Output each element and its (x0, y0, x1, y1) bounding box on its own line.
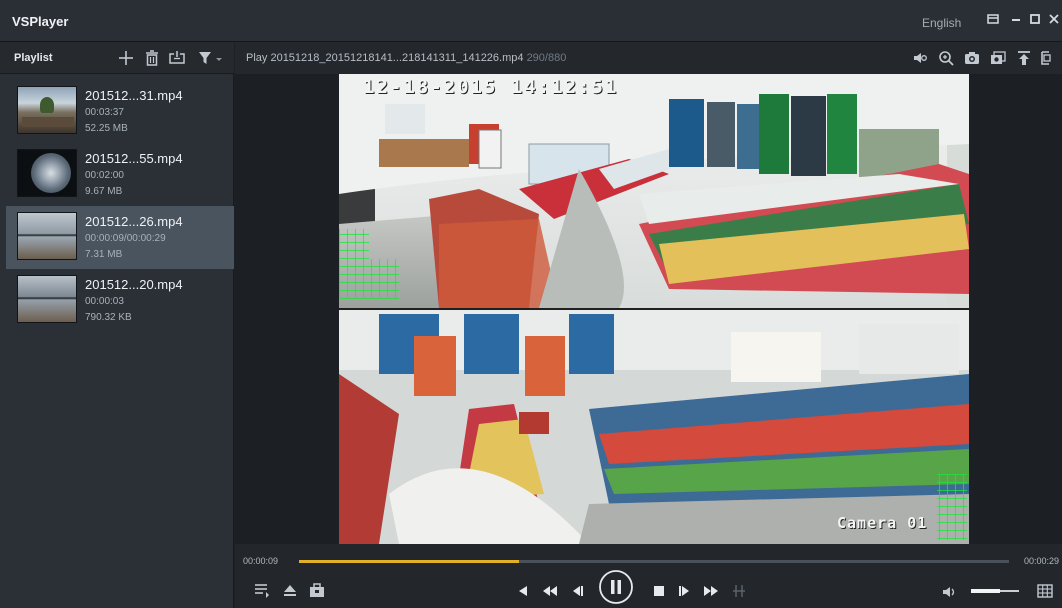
video-thumbnail (17, 212, 77, 260)
volume-icon[interactable] (941, 583, 959, 601)
playlist-header: Playlist (0, 42, 234, 74)
playlist-item-name: 201512...20.mp4 (85, 277, 183, 292)
osd-camera-label: Camera 01 (837, 514, 928, 532)
audio-icon[interactable] (912, 50, 928, 66)
osd-timestamp: 12-18-2015 14:12:51 (363, 76, 619, 98)
video-thumbnail (17, 149, 77, 197)
add-icon[interactable] (117, 49, 135, 67)
stop-square-icon[interactable] (650, 582, 668, 600)
eject-icon[interactable] (281, 581, 299, 599)
volume-level (971, 589, 1000, 593)
restore-icon[interactable] (985, 13, 1001, 27)
layout-grid-icon[interactable] (1036, 582, 1054, 600)
playlist-item-name: 201512...31.mp4 (85, 88, 183, 103)
burst-snapshot-icon[interactable] (990, 50, 1006, 66)
fullscreen-icon[interactable] (1041, 50, 1053, 66)
playlist-item-duration: 00:03:37 (85, 107, 124, 118)
now-playing-file: Play 20151218_20151218141...218141311_14… (246, 52, 524, 64)
maximize-icon[interactable] (1027, 13, 1043, 27)
progress-slider[interactable] (299, 560, 1009, 563)
surveillance-video-picture (339, 74, 969, 544)
close-icon[interactable] (1046, 13, 1062, 27)
playlist-item-duration: 00:00:03 (85, 296, 124, 307)
slow-icon[interactable] (541, 582, 559, 600)
toolbox-icon[interactable] (308, 581, 326, 599)
minimize-icon[interactable] (1008, 13, 1024, 27)
playlist-item-size: 9.67 MB (85, 186, 123, 197)
playlist-item-name: 201512...26.mp4 (85, 214, 183, 229)
loop-icon[interactable] (168, 49, 186, 67)
pause-icon[interactable] (598, 569, 634, 605)
video-thumbnail (17, 275, 77, 323)
fast-icon[interactable] (702, 582, 720, 600)
playlist-item[interactable]: 201512...31.mp4 00:03:37 52.25 MB (6, 80, 234, 143)
volume-slider[interactable] (971, 589, 1019, 593)
clip-icon[interactable] (730, 582, 748, 600)
playlist-title: Playlist (14, 52, 53, 64)
video-thumbnail (17, 86, 77, 134)
playlist-item-name: 201512...55.mp4 (85, 151, 183, 166)
app-title: VSPlayer (12, 14, 69, 29)
playlist-icon[interactable] (253, 581, 271, 599)
progress-fill (299, 560, 520, 563)
title-bar: VSPlayer English (0, 0, 1062, 42)
delete-icon[interactable] (143, 49, 161, 67)
playlist-item-duration: 00:00:09/00:00:29 (85, 233, 166, 244)
now-playing-label: Play 20151218_20151218141...218141311_14… (246, 52, 566, 64)
snapshot-icon[interactable] (964, 50, 980, 66)
total-time: 00:00:29 (1024, 556, 1060, 566)
filter-icon[interactable] (197, 49, 227, 67)
step-back-icon[interactable] (568, 582, 586, 600)
playback-controls: 00:00:09 00:00:29 (235, 544, 1062, 608)
frame-counter: 290/880 (526, 52, 567, 64)
video-frame[interactable]: 12-18-2015 14:12:51 Camera 01 (339, 74, 969, 544)
current-time: 00:00:09 (243, 556, 279, 566)
playlist-item-size: 790.32 KB (85, 312, 132, 323)
playlist-item-size: 7.31 MB (85, 249, 123, 260)
zoom-icon[interactable] (938, 50, 954, 66)
playlist-item-duration: 00:02:00 (85, 170, 124, 181)
playlist-item[interactable]: 201512...20.mp4 00:00:03 790.32 KB (6, 269, 234, 332)
video-area[interactable]: 12-18-2015 14:12:51 Camera 01 (235, 74, 1062, 544)
playlist-item[interactable]: 201512...55.mp4 00:02:00 9.67 MB (6, 143, 234, 206)
step-forward-icon[interactable] (676, 582, 694, 600)
playlist-item-size: 52.25 MB (85, 123, 128, 134)
playback-header: Play 20151218_20151218141...218141311_14… (235, 42, 1062, 74)
pin-top-icon[interactable] (1016, 50, 1032, 66)
playlist-item-active[interactable]: 201512...26.mp4 00:00:09/00:00:29 7.31 M… (6, 206, 234, 269)
language-selector[interactable]: English (922, 16, 961, 30)
stop-icon[interactable] (514, 582, 532, 600)
playlist-panel: Playlist 201512...31.mp4 00:03:37 52.25 … (0, 42, 234, 608)
